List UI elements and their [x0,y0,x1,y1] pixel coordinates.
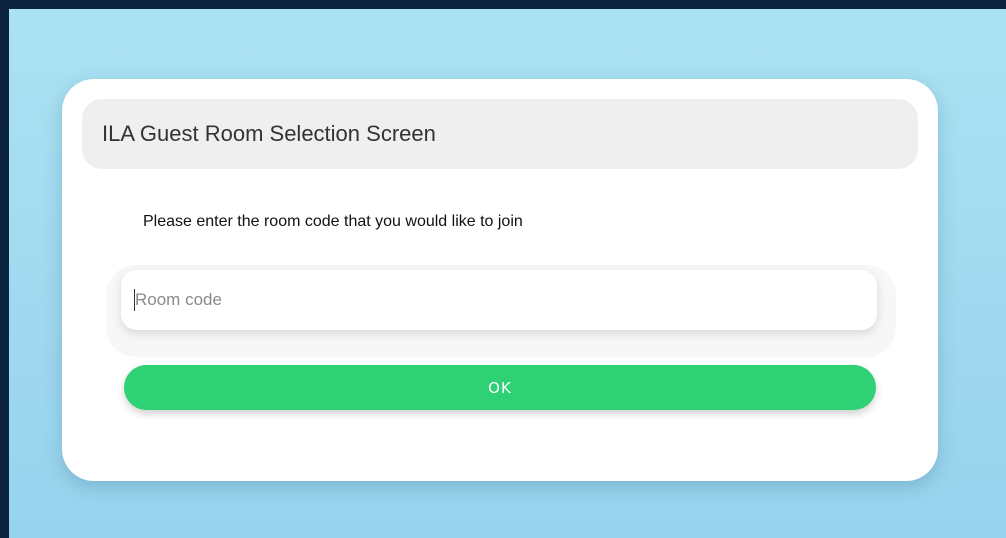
page-background: ILA Guest Room Selection Screen Please e… [9,9,1006,538]
instruction-text: Please enter the room code that you woul… [143,213,523,230]
card-header: ILA Guest Room Selection Screen [82,99,918,169]
page-title: ILA Guest Room Selection Screen [102,121,436,146]
text-caret [134,289,135,311]
room-code-input[interactable] [121,270,877,330]
ok-button[interactable]: OK [124,365,876,410]
room-code-field[interactable] [121,270,877,330]
window-frame: ILA Guest Room Selection Screen Please e… [0,0,1006,538]
room-selection-card: ILA Guest Room Selection Screen Please e… [62,79,938,481]
